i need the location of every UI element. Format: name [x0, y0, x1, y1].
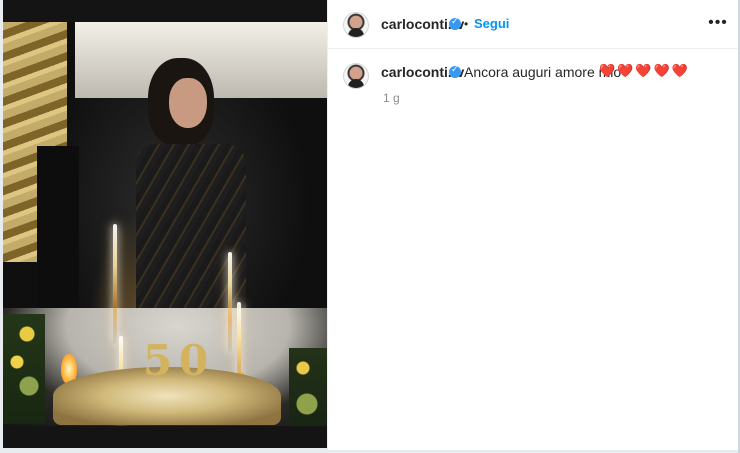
woman-figure	[111, 52, 271, 337]
heart-emoji-icons: ❤️❤️❤️❤️❤️	[599, 64, 690, 79]
comment-verified-badge-icon	[449, 65, 461, 78]
post-modal: 5 0 carloconti.tv • Segui ••• carloconti…	[0, 0, 740, 453]
right-flowers	[289, 348, 327, 426]
post-media[interactable]: 5 0	[3, 0, 327, 448]
candle-number-0: 0	[179, 336, 209, 385]
header-separator: •	[464, 17, 469, 31]
profile-avatar[interactable]	[343, 12, 369, 38]
sparkler-1	[113, 224, 117, 344]
verified-badge-icon	[449, 17, 461, 30]
post-details-panel: carloconti.tv • Segui ••• carloconti.tv …	[327, 0, 738, 450]
follow-button[interactable]: Segui	[474, 15, 509, 33]
post-photo: 5 0	[3, 22, 327, 426]
more-options-icon[interactable]: •••	[707, 12, 729, 34]
comment-timestamp[interactable]: 1 g	[383, 90, 400, 106]
left-flowers	[3, 314, 45, 424]
post-header: carloconti.tv • Segui •••	[328, 0, 738, 49]
candle-number-5: 5	[143, 336, 173, 385]
comment-avatar[interactable]	[343, 63, 369, 89]
sparkler-2	[228, 252, 232, 352]
comment-text: Ancora auguri amore mio	[464, 64, 622, 80]
woman-face	[169, 78, 207, 128]
